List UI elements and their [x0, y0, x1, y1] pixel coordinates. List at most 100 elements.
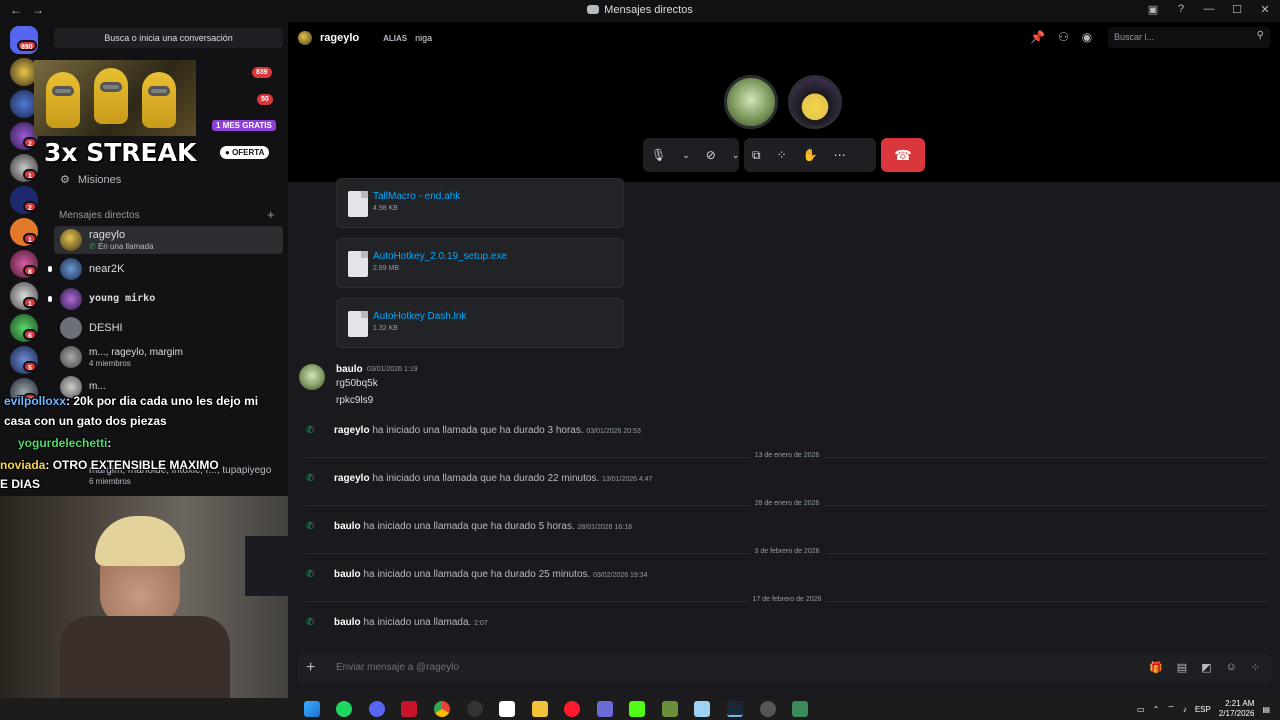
discord-icon — [587, 5, 600, 14]
message-text: rg50bq5k — [336, 378, 378, 389]
app-icon[interactable] — [499, 701, 515, 717]
channel-name: rageylo — [320, 32, 360, 44]
file-explorer-icon[interactable] — [532, 701, 548, 717]
tray-app-icon[interactable]: ▭ — [1137, 705, 1145, 714]
stream-chat-line: yogurdelechetti: — [18, 436, 112, 450]
streak-gif — [34, 60, 196, 136]
file-attachment[interactable]: AutoHotkey Dash.lnk 1.32 KB — [336, 298, 624, 348]
missions-link[interactable]: ⚙ Misiones — [60, 173, 121, 186]
avatar — [60, 258, 82, 280]
add-attachment-icon[interactable]: + — [306, 659, 315, 677]
stream-chat-line: casa con un gato dos piezas — [4, 414, 167, 428]
title-bar: ←→ Mensajes directos ▣ ? — ☐ ✕ — [0, 0, 1280, 22]
message-input[interactable]: Enviar mensaje a @rageylo — [336, 662, 459, 673]
dm-name: DESHI — [89, 322, 123, 334]
gift-icon[interactable]: 🎁 — [1149, 661, 1163, 674]
badge-50: 50 — [257, 94, 273, 105]
kick-icon[interactable] — [629, 701, 645, 717]
dm-name: m..., rageylo, margim — [89, 347, 183, 358]
chevron-down-icon[interactable]: ⌄ — [682, 150, 690, 161]
spotify-icon[interactable] — [336, 701, 352, 717]
dm-item-young-mirko[interactable]: young mirko — [48, 285, 283, 313]
file-attachment[interactable]: AutoHotkey_2.0.19_setup.exe 2.89 MB — [336, 238, 624, 288]
dm-item-near2k[interactable]: near2K — [48, 255, 283, 283]
maximize-icon[interactable]: ☐ — [1230, 3, 1244, 16]
message-text: rpkc9ls9 — [336, 395, 374, 406]
help-icon[interactable]: ? — [1174, 3, 1188, 16]
system-tray: ▭ ⌃ ⌔ ♪ ESP 2:21 AM 2/17/2026 ▤ — [1137, 699, 1270, 719]
unread-indicator — [48, 296, 52, 302]
dm-item-group[interactable]: m..., rageylo, margim 4 miembros — [54, 343, 283, 371]
profile-icon[interactable]: ◉ — [1082, 30, 1092, 44]
file-size: 1.32 KB — [373, 325, 398, 332]
person-hair — [95, 516, 185, 566]
more-icon[interactable]: ⋯ — [834, 148, 846, 162]
close-icon[interactable]: ✕ — [1258, 3, 1272, 16]
app-icon[interactable] — [792, 701, 808, 717]
dm-item-rageylo[interactable]: rageylo ✆ En una llamada — [54, 226, 283, 254]
file-attachment[interactable]: TallMacro - end.ahk 4.98 KB — [336, 178, 624, 228]
file-link[interactable]: AutoHotkey Dash.lnk — [373, 311, 466, 322]
message-composer[interactable]: + Enviar mensaje a @rageylo 🎁 ▤ ◩ ☺ ⁘ — [298, 654, 1272, 684]
minimize-icon[interactable]: — — [1202, 3, 1216, 16]
app-icon[interactable] — [467, 701, 483, 717]
call-controls-actions: ⧉ ⁘ ✋ ⋯ — [744, 138, 876, 172]
sticker-icon[interactable]: ◩ — [1201, 661, 1211, 674]
file-link[interactable]: TallMacro - end.ahk — [373, 191, 460, 202]
dm-section-header: Mensajes directos — [59, 210, 140, 221]
notifications-icon[interactable]: ▤ — [1262, 705, 1270, 714]
screen-share-icon[interactable]: ⧉ — [752, 148, 761, 163]
call-log-entry: ✆ baulo ha iniciado una llamada que ha du… — [306, 521, 632, 532]
offer-badge[interactable]: ● OFERTA — [220, 146, 270, 159]
apps-icon[interactable]: ⁘ — [1251, 661, 1260, 674]
dm-item-deshi[interactable]: DESHI — [54, 314, 283, 342]
camera-off-icon[interactable]: ⊘ — [706, 148, 716, 162]
discord-taskbar-icon[interactable] — [369, 701, 385, 717]
file-icon — [348, 191, 368, 217]
call-participant-avatar[interactable] — [788, 75, 842, 129]
chevron-down-icon[interactable]: ⌄ — [732, 150, 740, 161]
language-indicator[interactable]: ESP — [1195, 705, 1211, 714]
steam-icon[interactable] — [727, 701, 743, 717]
add-friend-icon[interactable]: ⚇ — [1058, 30, 1069, 44]
new-dm-icon[interactable]: + — [267, 207, 275, 222]
file-link[interactable]: AutoHotkey_2.0.19_setup.exe — [373, 251, 507, 262]
settings-icon[interactable] — [760, 701, 776, 717]
network-icon[interactable]: ⌔ — [1167, 704, 1175, 714]
guild-badge: 2 — [23, 201, 37, 212]
minecraft-icon[interactable] — [662, 701, 678, 717]
pin-icon[interactable]: 📌 — [1030, 30, 1045, 44]
gif-icon[interactable]: ▤ — [1177, 661, 1187, 674]
call-log-entry: ✆ baulo ha iniciado una llamada que ha du… — [306, 569, 648, 580]
guild-badge: 1 — [23, 233, 37, 244]
find-conversation-button[interactable]: Busca o inicia una conversación — [54, 28, 283, 48]
activities-icon[interactable]: ⁘ — [777, 148, 787, 162]
stream-chat-line: E DIAS — [0, 477, 41, 491]
hang-up-button[interactable]: ☎ — [881, 138, 925, 172]
emoji-icon[interactable]: ☺ — [1226, 661, 1237, 674]
message-author[interactable]: baulo — [336, 364, 363, 375]
app-icon[interactable] — [694, 701, 710, 717]
phone-icon: ✆ — [306, 617, 315, 628]
guild-badge: 5 — [23, 361, 37, 372]
app-icon[interactable] — [401, 701, 417, 717]
call-participant-avatar[interactable] — [724, 75, 778, 129]
avatar — [60, 229, 82, 251]
microphone-icon[interactable]: 🎙 — [651, 148, 666, 162]
avatar[interactable] — [299, 364, 325, 390]
call-controls-audio: 🎙 ⌄ ⊘ ⌄ — [643, 138, 739, 172]
inbox-icon[interactable]: ▣ — [1146, 3, 1160, 16]
opera-icon[interactable] — [564, 701, 580, 717]
search-input[interactable]: Buscar l... ⚲ — [1108, 27, 1270, 48]
minion-figure — [94, 68, 128, 124]
clock[interactable]: 2:21 AM 2/17/2026 — [1219, 699, 1255, 719]
edge-icon[interactable] — [304, 701, 320, 717]
phone-icon: ✆ — [89, 242, 98, 251]
guild-badge: 1 — [23, 297, 37, 308]
app-icon[interactable] — [597, 701, 613, 717]
volume-icon[interactable]: ♪ — [1183, 705, 1187, 714]
soundboard-icon[interactable]: ✋ — [803, 148, 818, 162]
chevron-up-icon[interactable]: ⌃ — [1153, 705, 1160, 714]
dm-member-count: 6 miembros — [89, 477, 131, 486]
chrome-icon[interactable] — [434, 701, 450, 717]
